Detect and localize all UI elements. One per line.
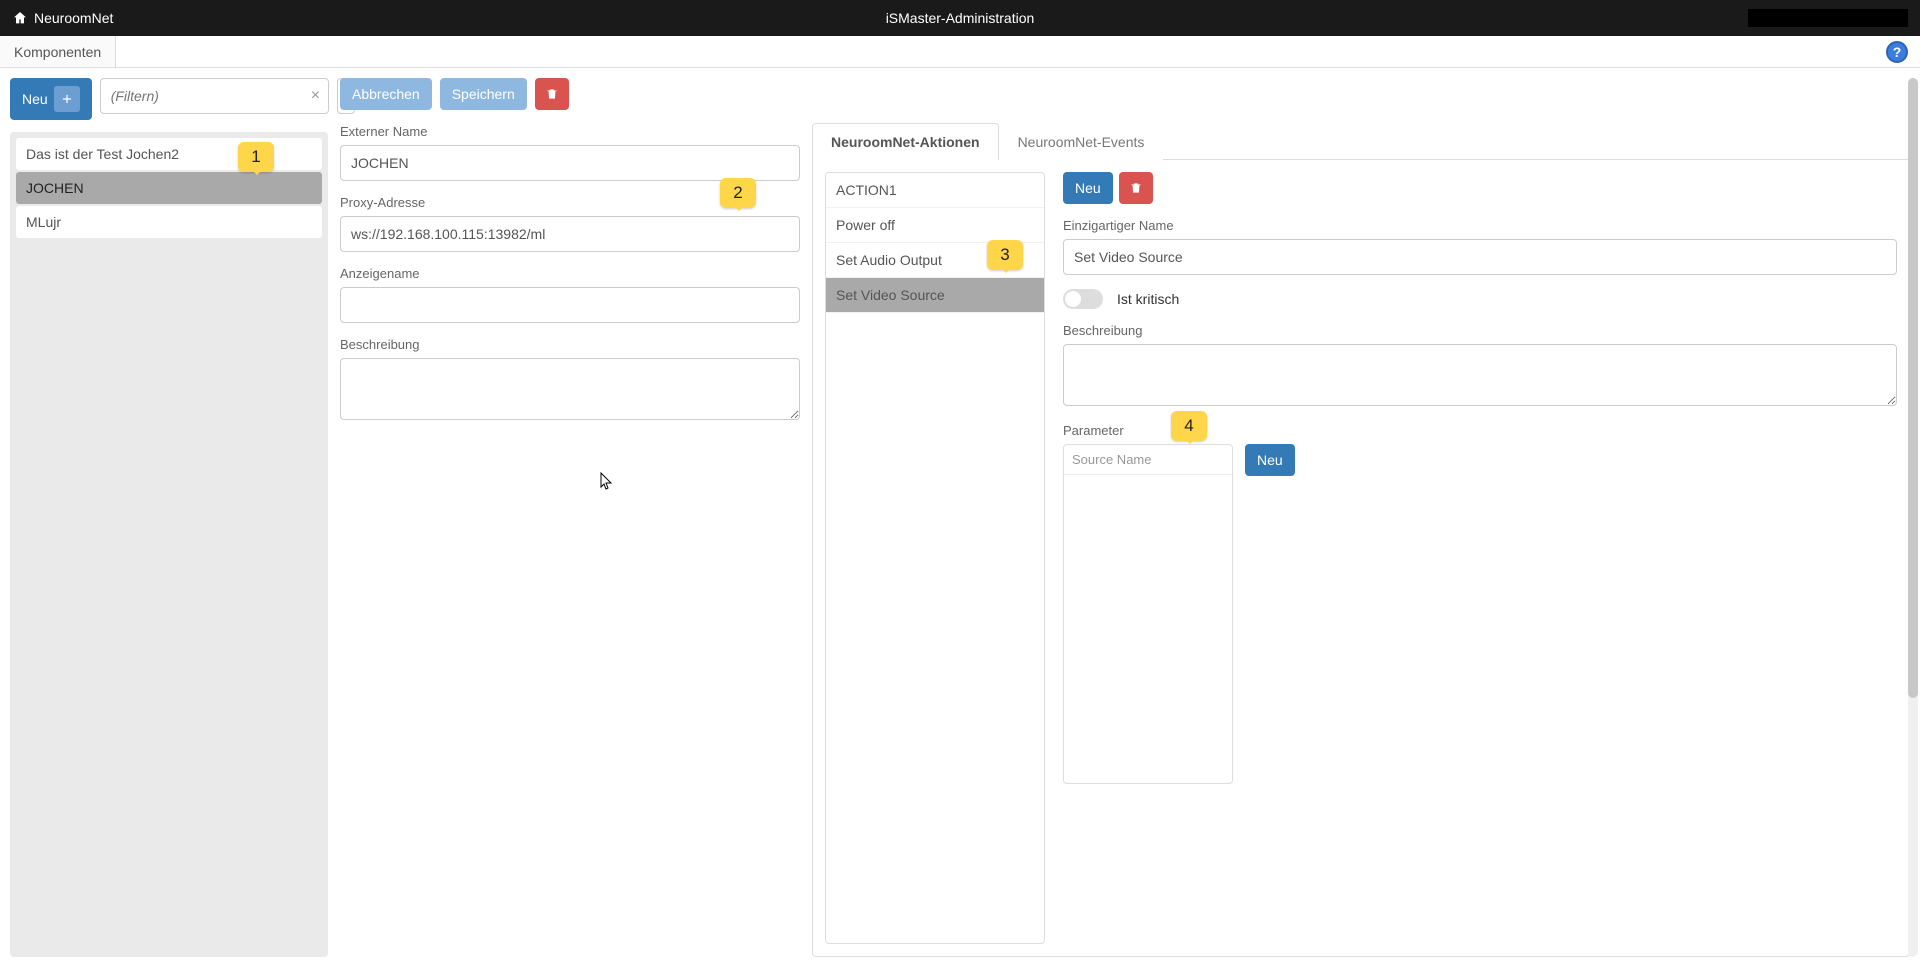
- help-icon[interactable]: ?: [1886, 41, 1908, 63]
- right-panel: NeuroomNet-Aktionen NeuroomNet-Events AC…: [812, 78, 1910, 957]
- trash-icon: [1129, 181, 1143, 195]
- proxy-field[interactable]: [340, 216, 800, 252]
- new-param-button[interactable]: Neu: [1245, 444, 1295, 476]
- callout-2: 2: [720, 178, 756, 208]
- callout-1: 1: [238, 142, 274, 172]
- save-button[interactable]: Speichern: [440, 78, 527, 110]
- param-item[interactable]: Source Name: [1064, 445, 1232, 475]
- delete-action-button[interactable]: [1119, 172, 1153, 204]
- mid-panel: Abbrechen Speichern Externer Name Proxy-…: [340, 78, 800, 957]
- brand[interactable]: NeuroomNet: [12, 10, 113, 26]
- list-item[interactable]: Das ist der Test Jochen2: [16, 138, 322, 170]
- new-label: Neu: [22, 91, 48, 107]
- callout-4: 4: [1171, 411, 1207, 441]
- desc-field[interactable]: [340, 358, 800, 420]
- trash-icon: [545, 87, 559, 101]
- scrollbar[interactable]: [1908, 78, 1918, 957]
- callout-3: 3: [987, 240, 1023, 270]
- tab-actions[interactable]: NeuroomNet-Aktionen: [812, 123, 999, 160]
- main: Neu × Das ist der Test Jochen2 JOCHEN ML…: [0, 68, 1920, 967]
- action-detail: Neu Einzigartiger Name Ist kritisch: [1063, 172, 1897, 944]
- account-placeholder[interactable]: [1748, 9, 1908, 27]
- mid-toolbar: Abbrechen Speichern: [340, 78, 800, 110]
- list-item[interactable]: JOCHEN: [16, 172, 322, 204]
- new-action-button[interactable]: Neu: [1063, 172, 1113, 204]
- param-list: Source Name: [1063, 444, 1233, 784]
- plus-icon: [54, 86, 80, 112]
- display-field[interactable]: [340, 287, 800, 323]
- scrollbar-thumb[interactable]: [1908, 78, 1918, 698]
- critical-row: Ist kritisch: [1063, 289, 1897, 309]
- ext-name-field[interactable]: [340, 145, 800, 181]
- unique-name-label: Einzigartiger Name: [1063, 218, 1897, 233]
- filter-input[interactable]: [101, 88, 303, 104]
- cancel-button[interactable]: Abbrechen: [340, 78, 432, 110]
- action-item[interactable]: ACTION1: [826, 173, 1044, 208]
- action-item[interactable]: Power off: [826, 208, 1044, 243]
- action-item[interactable]: Set Video Source: [826, 278, 1044, 313]
- tab-events[interactable]: NeuroomNet-Events: [999, 123, 1164, 160]
- left-toolbar: Neu ×: [10, 78, 328, 120]
- topbar: NeuroomNet iSMaster-Administration: [0, 0, 1920, 36]
- desc-label: Beschreibung: [340, 337, 800, 352]
- brand-label: NeuroomNet: [34, 10, 113, 26]
- action-desc-field[interactable]: [1063, 344, 1897, 406]
- page-title: iSMaster-Administration: [886, 10, 1035, 26]
- unique-name-field[interactable]: [1063, 239, 1897, 275]
- filter-input-wrap: ×: [100, 78, 329, 114]
- new-component-button[interactable]: Neu: [10, 78, 92, 120]
- action-desc-label: Beschreibung: [1063, 323, 1897, 338]
- subbar-tab-komponenten[interactable]: Komponenten: [0, 36, 116, 67]
- delete-button[interactable]: [535, 78, 569, 110]
- home-icon: [12, 10, 28, 26]
- display-label: Anzeigename: [340, 266, 800, 281]
- tabs: NeuroomNet-Aktionen NeuroomNet-Events: [812, 122, 1910, 160]
- subbar: Komponenten ?: [0, 36, 1920, 68]
- tab-content: ACTION1 Power off Set Audio Output Set V…: [812, 160, 1910, 957]
- left-panel: Neu × Das ist der Test Jochen2 JOCHEN ML…: [10, 78, 328, 957]
- detail-toolbar: Neu: [1063, 172, 1897, 204]
- action-list: ACTION1 Power off Set Audio Output Set V…: [825, 172, 1045, 944]
- component-list: Das ist der Test Jochen2 JOCHEN MLujr 1: [10, 132, 328, 957]
- ext-name-label: Externer Name: [340, 124, 800, 139]
- critical-toggle[interactable]: [1063, 289, 1103, 309]
- clear-filter-icon[interactable]: ×: [303, 87, 328, 105]
- list-item[interactable]: MLujr: [16, 206, 322, 238]
- critical-label: Ist kritisch: [1117, 291, 1179, 307]
